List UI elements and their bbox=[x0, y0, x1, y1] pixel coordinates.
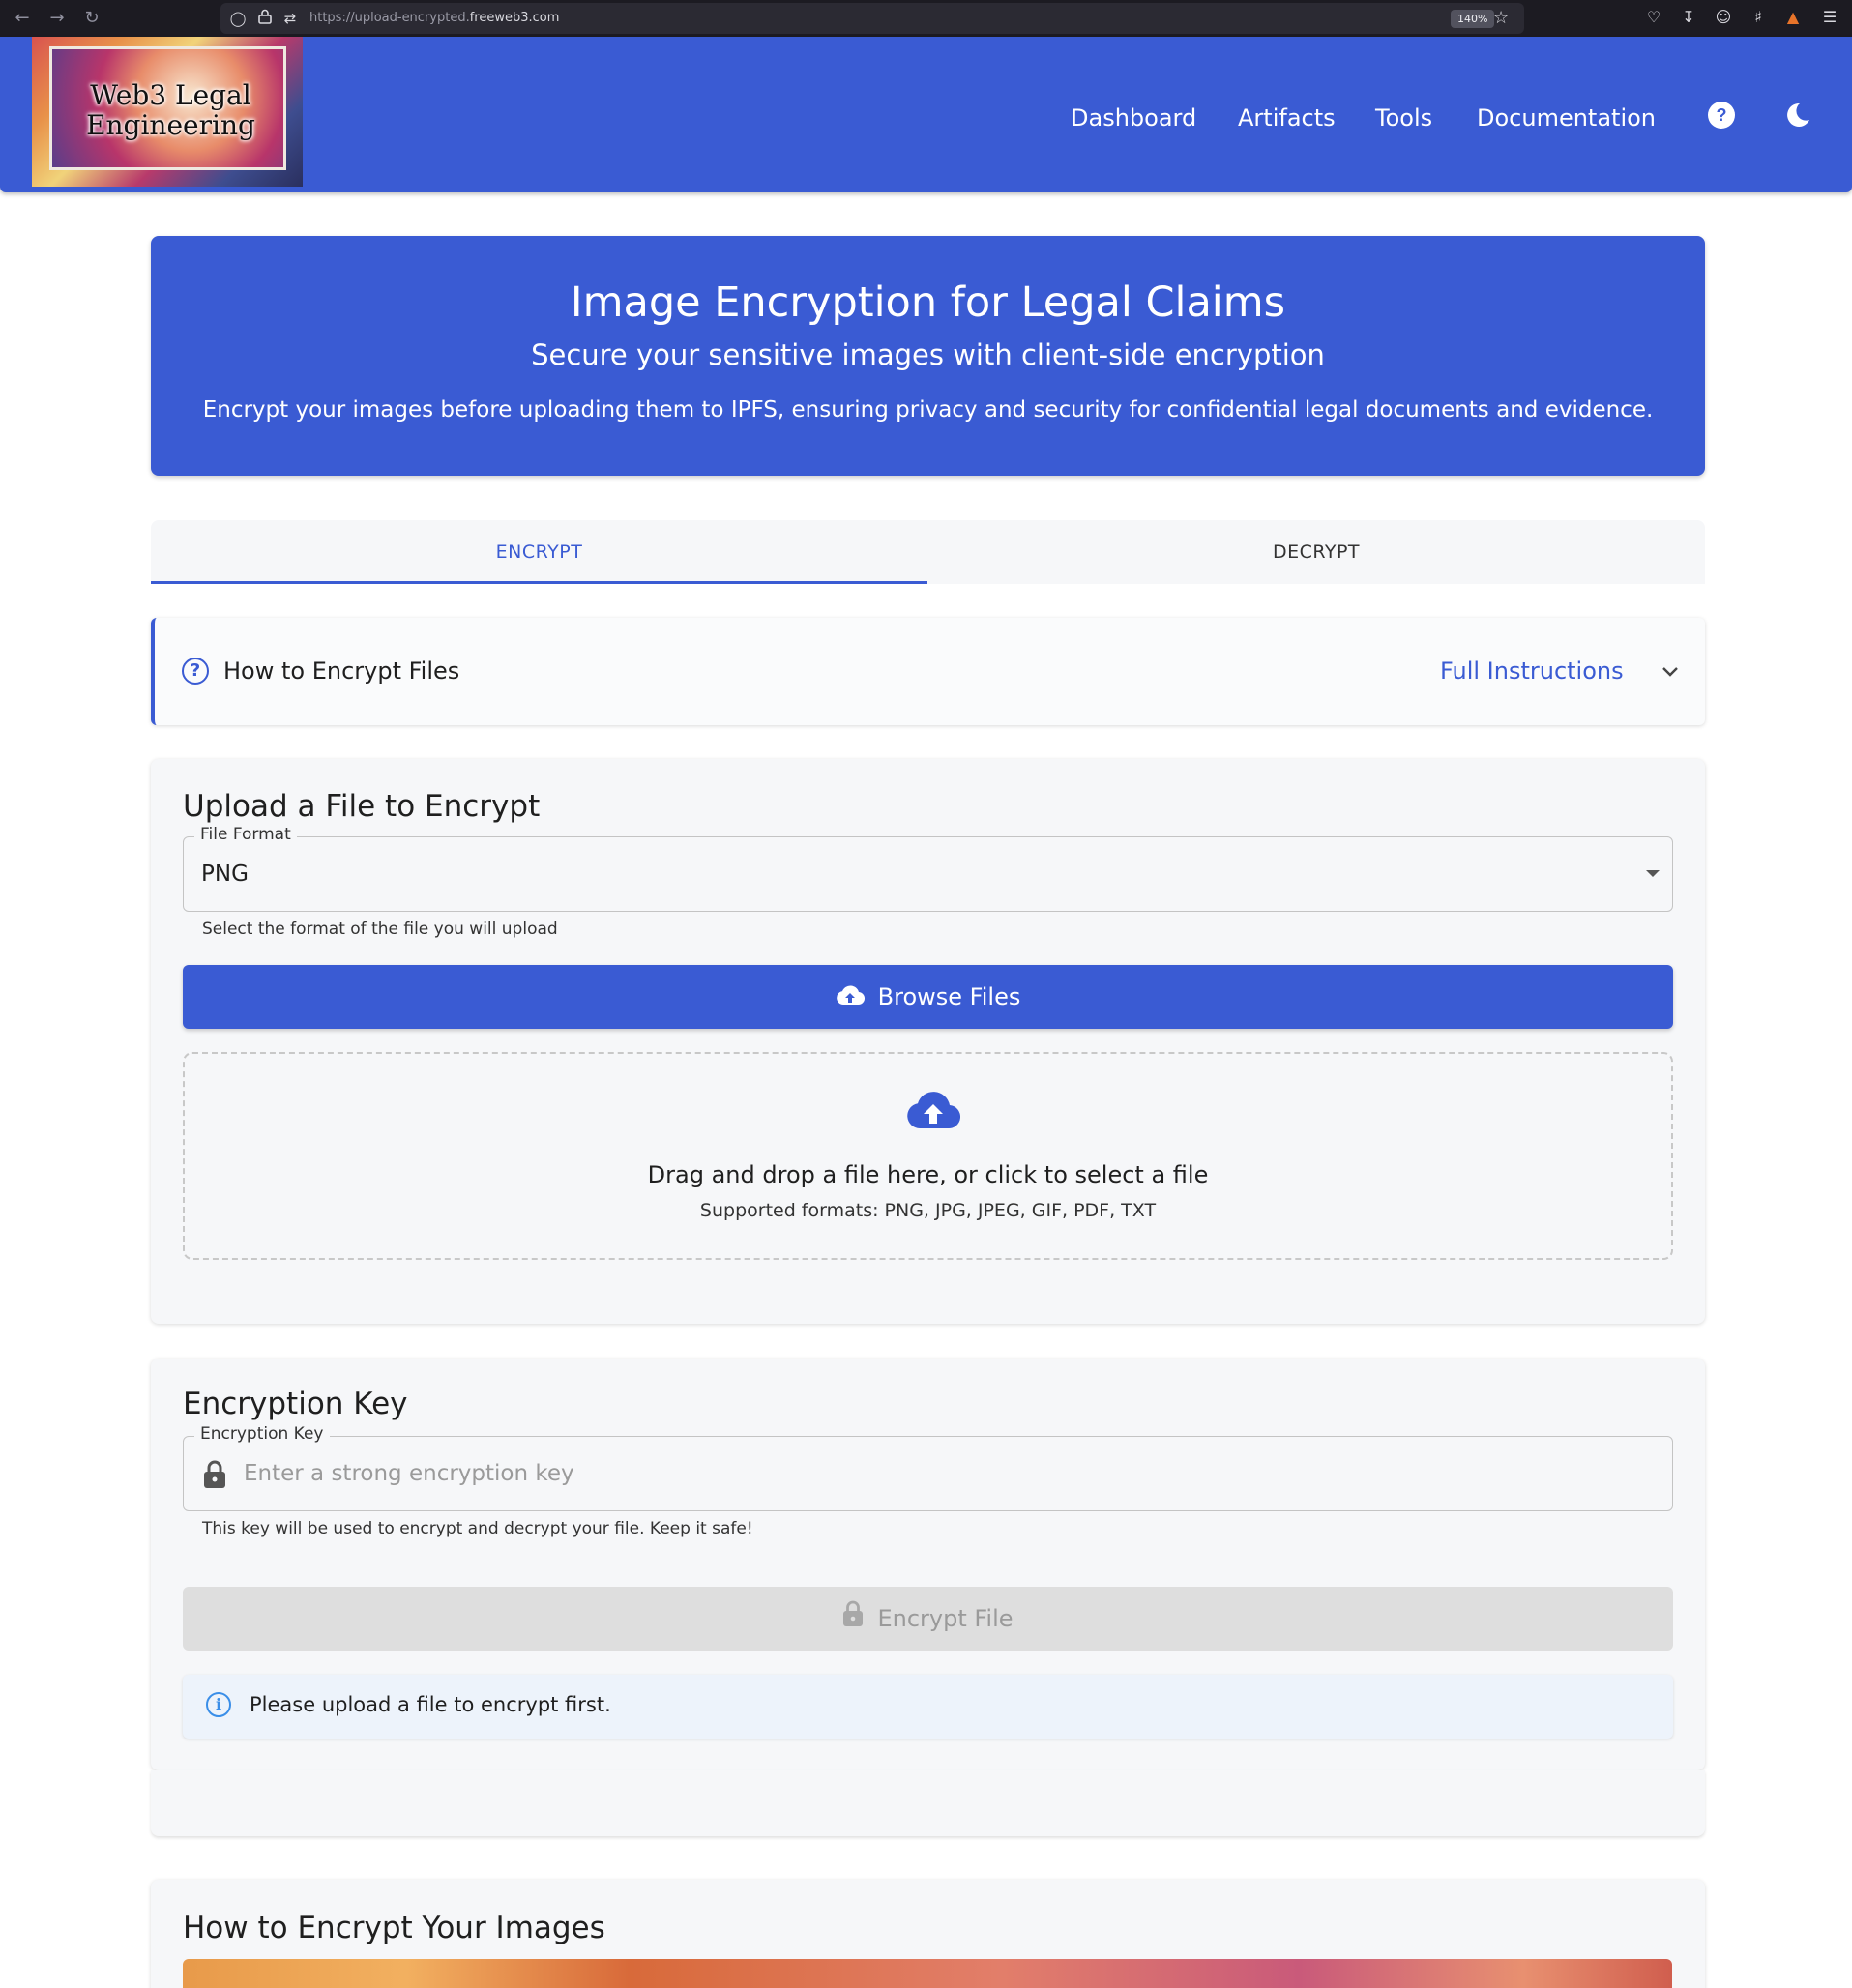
back-icon[interactable]: ← bbox=[10, 6, 35, 31]
encrypt-file-button[interactable]: Encrypt File bbox=[183, 1587, 1673, 1651]
chevron-down-icon[interactable] bbox=[1656, 655, 1685, 687]
site-permissions-icon[interactable]: ⇄ bbox=[280, 9, 300, 28]
full-instructions-link[interactable]: Full Instructions bbox=[1440, 655, 1624, 687]
extensions-icon[interactable]: ♯ bbox=[1747, 6, 1770, 29]
tab-encrypt[interactable]: ENCRYPT bbox=[151, 520, 927, 584]
page-description: Encrypt your images before uploading the… bbox=[202, 397, 1654, 423]
cloud-upload-icon bbox=[906, 1091, 961, 1133]
key-section-title: Encryption Key bbox=[183, 1387, 408, 1421]
info-icon: i bbox=[206, 1692, 231, 1717]
zoom-level-badge[interactable]: 140% bbox=[1451, 10, 1495, 28]
nav-documentation[interactable]: Documentation bbox=[1477, 102, 1656, 133]
alert-message: Please upload a file to encrypt first. bbox=[250, 1693, 611, 1716]
encryption-key-label: Encryption Key bbox=[194, 1424, 330, 1444]
reload-icon[interactable]: ↻ bbox=[79, 6, 104, 31]
lock-icon bbox=[203, 1460, 226, 1493]
browser-toolbar: ← → ↻ ◯ ⇄ https://upload-encrypted.freew… bbox=[0, 0, 1852, 37]
address-bar[interactable]: ◯ ⇄ https://upload-encrypted.freeweb3.co… bbox=[220, 3, 1524, 34]
upload-card: Upload a File to Encrypt PNG File Format… bbox=[151, 759, 1705, 1324]
file-format-value: PNG bbox=[201, 862, 249, 887]
info-alert: i Please upload a file to encrypt first. bbox=[183, 1675, 1673, 1739]
browse-files-button[interactable]: Browse Files bbox=[183, 965, 1673, 1029]
tab-decrypt[interactable]: DECRYPT bbox=[927, 520, 1705, 584]
logo-artwork: Web3 Legal Engineering bbox=[49, 46, 286, 170]
howto-accordion[interactable]: ? How to Encrypt Files Full Instructions bbox=[151, 618, 1705, 725]
file-format-helper: Select the format of the file you will u… bbox=[202, 920, 558, 939]
help-circle-icon[interactable]: ? bbox=[1704, 101, 1739, 135]
encryption-key-placeholder: Enter a strong encryption key bbox=[244, 1461, 574, 1486]
nav-tools[interactable]: Tools bbox=[1375, 102, 1432, 133]
guide-section-title: How to Encrypt Your Images bbox=[183, 1911, 605, 1945]
logo-text: Web3 Legal Engineering bbox=[86, 79, 255, 141]
upload-section-title: Upload a File to Encrypt bbox=[183, 789, 541, 824]
tab-indicator bbox=[151, 581, 927, 584]
shield-icon[interactable]: ◯ bbox=[228, 9, 248, 28]
card-footer-area bbox=[151, 1770, 1705, 1836]
file-dropzone[interactable]: Drag and drop a file here, or click to s… bbox=[183, 1052, 1673, 1260]
bookmark-star-icon[interactable]: ☆ bbox=[1493, 8, 1509, 28]
page-subtitle: Secure your sensitive images with client… bbox=[531, 338, 1325, 371]
question-circle-icon: ? bbox=[182, 658, 209, 685]
howto-title: How to Encrypt Files bbox=[223, 658, 460, 685]
supported-formats-text: Supported formats: PNG, JPG, JPEG, GIF, … bbox=[699, 1200, 1157, 1221]
guide-banner-image bbox=[183, 1959, 1672, 1988]
dropzone-text: Drag and drop a file here, or click to s… bbox=[647, 1161, 1209, 1188]
svg-text:?: ? bbox=[1717, 105, 1727, 125]
lock-icon[interactable] bbox=[255, 9, 275, 28]
nav-dashboard[interactable]: Dashboard bbox=[1071, 102, 1196, 133]
url-text[interactable]: https://upload-encrypted.freeweb3.com bbox=[309, 9, 559, 28]
file-format-select[interactable]: PNG bbox=[183, 836, 1673, 912]
nav-artifacts[interactable]: Artifacts bbox=[1238, 102, 1336, 133]
file-format-label: File Format bbox=[194, 825, 297, 844]
lock-icon bbox=[842, 1588, 864, 1652]
encryption-key-input[interactable]: Enter a strong encryption key bbox=[183, 1436, 1673, 1511]
mode-tabs: ENCRYPT DECRYPT bbox=[151, 520, 1705, 584]
logo[interactable]: Web3 Legal Engineering bbox=[32, 37, 303, 187]
download-icon[interactable]: ↧ bbox=[1677, 6, 1700, 29]
menu-icon[interactable]: ☰ bbox=[1818, 6, 1841, 29]
page-title: Image Encryption for Legal Claims bbox=[570, 278, 1286, 327]
encryption-key-helper: This key will be used to encrypt and dec… bbox=[202, 1519, 753, 1538]
hero-banner: Image Encryption for Legal Claims Secure… bbox=[151, 236, 1705, 476]
app-header: Web3 Legal Engineering Dashboard Artifac… bbox=[0, 37, 1852, 192]
moon-icon[interactable] bbox=[1779, 101, 1814, 135]
pocket-icon[interactable]: ♡ bbox=[1642, 6, 1665, 29]
forward-icon[interactable]: → bbox=[44, 6, 70, 31]
encryption-key-card: Encryption Key Enter a strong encryption… bbox=[151, 1359, 1705, 1770]
dropdown-arrow-icon bbox=[1646, 870, 1660, 877]
cloud-upload-icon bbox=[836, 966, 865, 1030]
metamask-fox-icon[interactable]: ▲ bbox=[1781, 6, 1805, 29]
account-icon[interactable]: ☺ bbox=[1712, 6, 1735, 29]
